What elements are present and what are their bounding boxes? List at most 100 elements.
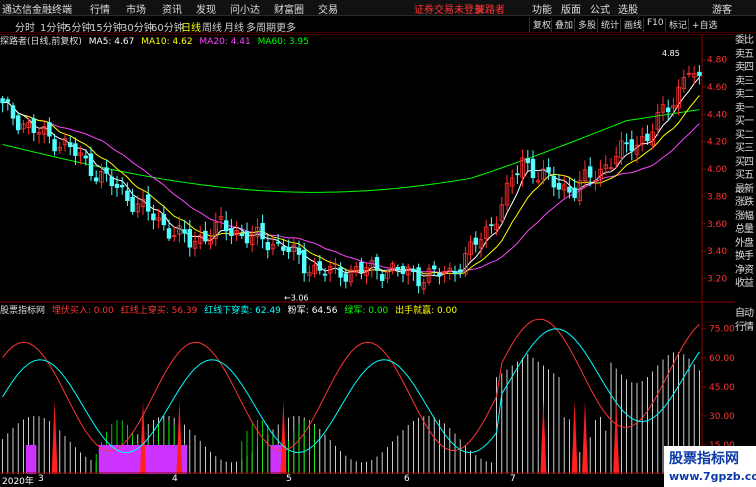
period-30min[interactable]: 30分钟 bbox=[121, 19, 154, 34]
quote-panel-item: 外盘 bbox=[735, 237, 754, 249]
red-signal-spike bbox=[280, 400, 287, 474]
f10-button[interactable]: F10 bbox=[643, 18, 664, 32]
draw-line-button[interactable]: 画线 bbox=[620, 18, 642, 32]
period-intraday[interactable]: 分时 bbox=[15, 19, 35, 34]
mark-button[interactable]: 标记 bbox=[665, 18, 687, 32]
ma10-label: MA10: 4.62 bbox=[141, 37, 193, 47]
quote-panel-item: 买二 bbox=[735, 129, 754, 141]
ma20-label: MA20: 4.41 bbox=[199, 37, 251, 47]
ma60-line bbox=[2, 109, 700, 193]
indicator-tick-label: 45.00 bbox=[709, 383, 735, 393]
period-toolbar: 分时 1分钟 5分钟 15分钟 30分钟 60分钟 日线 周线 月线 多周期 更… bbox=[0, 17, 756, 34]
period-multi[interactable]: 多周期 bbox=[246, 19, 276, 34]
indicator-header: 股票指标网 埋伏买入: 0.00 红线上穿买: 56.39 红线下穿卖: 62.… bbox=[0, 303, 461, 316]
stock-name-label: 探路者 bbox=[475, 5, 505, 16]
red-signal-spike bbox=[51, 400, 58, 474]
quote-panel-item: 最新 bbox=[735, 183, 754, 195]
multi-stock-button[interactable]: 多股 bbox=[574, 18, 596, 32]
date-axis: 2020年 3 4 5 6 7 bbox=[0, 474, 735, 487]
candle-body bbox=[67, 142, 73, 148]
candle-body bbox=[239, 233, 245, 236]
candle-body bbox=[296, 247, 302, 255]
candle-body bbox=[629, 139, 635, 152]
adjust-button[interactable]: 复权 bbox=[529, 18, 551, 32]
candle-body bbox=[281, 246, 286, 251]
quote-label[interactable]: 行情 bbox=[735, 321, 756, 335]
title-bar: 通达信金融终端 行情 市场 资讯 发现 问小达 财富圈 交易 证券交易未登录 探… bbox=[0, 0, 756, 16]
indicator-name: 股票指标网 bbox=[0, 306, 46, 316]
candle-body bbox=[104, 167, 109, 174]
candle-body bbox=[166, 228, 172, 239]
candle-body bbox=[546, 167, 551, 173]
quote-panel-item: 卖五 bbox=[735, 48, 754, 60]
candle-body bbox=[697, 71, 702, 77]
candle-body bbox=[572, 187, 577, 198]
candle-body bbox=[109, 176, 115, 186]
candle-body bbox=[0, 98, 5, 104]
ambush-zone-block bbox=[26, 444, 37, 474]
red-signal-spike bbox=[571, 400, 578, 474]
candle-body bbox=[151, 213, 156, 221]
menu-market-quotes[interactable]: 行情 bbox=[90, 1, 110, 16]
period-more[interactable]: 更多 bbox=[276, 19, 296, 34]
candle-body bbox=[52, 139, 57, 152]
quote-panel-item: 卖一 bbox=[735, 102, 754, 114]
candle-body bbox=[489, 224, 494, 227]
watermark: 股票指标网 www.7gpzb.com bbox=[664, 446, 756, 487]
candle-body bbox=[343, 273, 349, 282]
add-favorite-button[interactable]: +自选 bbox=[688, 18, 718, 32]
menu-stock-select[interactable]: 选股 bbox=[618, 1, 638, 16]
menu-discover[interactable]: 发现 bbox=[196, 1, 216, 16]
menu-wealth[interactable]: 财富圈 bbox=[274, 1, 304, 16]
candle-body bbox=[203, 230, 208, 242]
price-tick-label: 3.40 bbox=[707, 247, 727, 257]
quote-panel-item: 买五 bbox=[735, 170, 754, 181]
ind-ambush-buy: 埋伏买入: 0.00 bbox=[51, 306, 114, 316]
chart-title: 探路者(日线,前复权) bbox=[0, 37, 82, 47]
candle-body bbox=[525, 158, 531, 164]
candle-body bbox=[567, 186, 572, 193]
period-monthly[interactable]: 月线 bbox=[224, 19, 244, 34]
period-15min[interactable]: 15分钟 bbox=[90, 19, 123, 34]
candle-body bbox=[83, 155, 89, 159]
auto-label[interactable]: 自动 bbox=[735, 307, 756, 321]
candle-body bbox=[73, 143, 78, 156]
candle-body bbox=[400, 266, 406, 274]
main-chart-header: 探路者(日线,前复权) MA5: 4.67 MA10: 4.62 MA20: 4… bbox=[0, 34, 313, 47]
period-60min[interactable]: 60分钟 bbox=[151, 19, 184, 34]
price-tick-label: 4.60 bbox=[707, 83, 727, 93]
candle-body bbox=[223, 220, 229, 232]
menu-formula[interactable]: 公式 bbox=[590, 1, 610, 16]
menu-function[interactable]: 功能 bbox=[532, 1, 552, 16]
candle-body bbox=[187, 229, 193, 248]
menu-layout[interactable]: 版面 bbox=[561, 1, 581, 16]
candle-body bbox=[286, 247, 291, 253]
quote-panel-item: 买四 bbox=[735, 156, 754, 168]
user-label[interactable]: 游客 bbox=[712, 1, 732, 16]
low-price-label: ←3.06 bbox=[284, 294, 309, 303]
menu-news[interactable]: 资讯 bbox=[162, 1, 182, 16]
ind-pink-army: 粉军: 64.56 bbox=[287, 306, 338, 316]
period-5min[interactable]: 5分钟 bbox=[65, 19, 91, 34]
overlay-button[interactable]: 叠加 bbox=[551, 18, 573, 32]
chart-area[interactable]: 4.80 4.60 4.40 4.20 4.00 3.80 3.60 3.40 3.20 4.85… bbox=[0, 34, 735, 474]
date-year: 2020年 bbox=[2, 477, 34, 487]
date-month-5: 5 bbox=[286, 474, 292, 484]
candle-body bbox=[452, 271, 458, 275]
candle-body bbox=[93, 177, 99, 182]
candle-body bbox=[145, 194, 151, 212]
stats-button[interactable]: 统计 bbox=[597, 18, 619, 32]
period-1min[interactable]: 1分钟 bbox=[40, 19, 66, 34]
indicator-side-panel: 自动 行情 bbox=[735, 307, 756, 335]
ma60-label: MA60: 3.95 bbox=[257, 37, 309, 47]
quote-panel-item: 净资 bbox=[735, 264, 754, 276]
menu-trade[interactable]: 交易 bbox=[318, 1, 338, 16]
period-weekly[interactable]: 周线 bbox=[202, 19, 222, 34]
candle-body bbox=[182, 229, 187, 234]
menu-market[interactable]: 市场 bbox=[126, 1, 146, 16]
login-warning[interactable]: 证券交易未登录 bbox=[414, 1, 484, 16]
menu-ask[interactable]: 问小达 bbox=[230, 1, 260, 16]
ma20-line bbox=[2, 101, 700, 273]
candle-body bbox=[125, 190, 130, 201]
period-daily[interactable]: 日线 bbox=[181, 19, 201, 34]
